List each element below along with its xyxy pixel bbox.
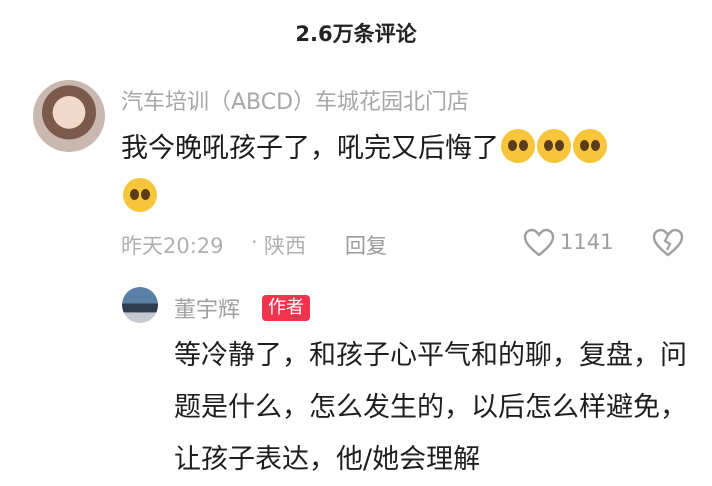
pleading-face-icon [537, 129, 571, 163]
like-count: 1141 [560, 230, 614, 254]
reply-username[interactable]: 董宇辉 [174, 292, 240, 324]
comment-timestamp: 昨天20:29 [121, 234, 224, 258]
heart-icon[interactable] [523, 228, 555, 258]
reply-text: 等冷静了，和孩子心平气和的聊，复盘，问题是什么，怎么发生的，以后怎么样避免，让孩… [174, 340, 687, 475]
pleading-face-icon [573, 129, 607, 163]
comment-location: 陕西 [264, 234, 306, 258]
comment-emoji-row [121, 178, 157, 212]
avatar[interactable] [33, 80, 105, 152]
comment-text: 我今晚吼孩子了，吼完又后悔了 [121, 128, 681, 170]
comment-username[interactable]: 汽车培训（ABCD）车城花园北门店 [121, 84, 469, 116]
author-badge: 作者 [262, 295, 310, 321]
reply-button[interactable]: 回复 [345, 230, 387, 260]
reply-avatar[interactable] [122, 287, 158, 323]
pleading-face-icon [123, 178, 157, 212]
broken-heart-icon[interactable] [652, 228, 684, 258]
comment-count-title: 2.6万条评论 [295, 22, 417, 46]
meta-separator: · [251, 230, 258, 254]
pleading-face-icon [501, 129, 535, 163]
comment-body: 我今晚吼孩子了，吼完又后悔了 [121, 133, 499, 164]
